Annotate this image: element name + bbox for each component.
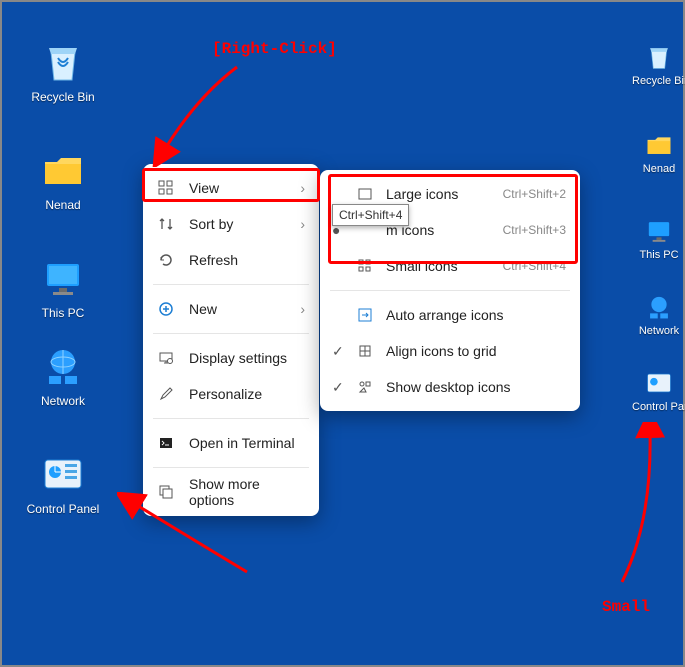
desktop-context-menu: View › Sort by › Refresh New › Display s… <box>143 164 319 516</box>
desktop-icon-label: Control Panel <box>632 401 685 413</box>
annotation-right-click: [Right-Click] <box>212 40 337 58</box>
menu-item-auto-arrange[interactable]: Auto arrange icons <box>320 297 580 333</box>
monitor-icon <box>39 254 87 302</box>
desktop-icon-recycle-bin[interactable]: Recycle Bin <box>26 38 100 104</box>
brush-icon <box>157 385 175 403</box>
auto-arrange-icon <box>356 306 374 324</box>
menu-label: View <box>189 180 286 196</box>
desktop-icon-label: Recycle Bin <box>26 90 100 104</box>
folder-icon <box>644 130 674 160</box>
terminal-icon <box>157 434 175 452</box>
menu-label: New <box>189 301 286 317</box>
recycle-bin-icon <box>644 42 674 72</box>
annotation-small: Small <box>602 598 650 616</box>
display-icon <box>157 349 175 367</box>
desktop-icon-recycle-bin-small[interactable]: Recycle Bin <box>632 42 685 87</box>
desktop-icon-nenad-small[interactable]: Nenad <box>632 130 685 175</box>
menu-separator <box>153 333 309 334</box>
desktop-icons-icon <box>356 378 374 396</box>
desktop-icon-label: Control Panel <box>26 502 100 516</box>
menu-label: Small icons <box>386 258 481 274</box>
desktop-icon-this-pc[interactable]: This PC <box>26 254 100 320</box>
tooltip-shortcut: Ctrl+Shift+4 <box>332 204 409 226</box>
desktop-icon-label: Network <box>26 394 100 408</box>
chevron-right-icon: › <box>300 216 305 232</box>
desktop-icon-label: Nenad <box>26 198 100 212</box>
menu-item-new[interactable]: New › <box>143 291 319 327</box>
more-options-icon <box>157 483 175 501</box>
menu-label: Auto arrange icons <box>386 307 566 323</box>
arrow-small-icons <box>602 422 672 592</box>
recycle-bin-icon <box>39 38 87 86</box>
menu-separator <box>330 290 570 291</box>
menu-label: Large icons <box>386 186 481 202</box>
menu-shortcut: Ctrl+Shift+4 <box>503 259 566 273</box>
menu-item-display-settings[interactable]: Display settings <box>143 340 319 376</box>
menu-item-sort-by[interactable]: Sort by › <box>143 206 319 242</box>
menu-label: Sort by <box>189 216 286 232</box>
menu-item-show-desktop-icons[interactable]: ✓ Show desktop icons <box>320 369 580 405</box>
desktop-icon-this-pc-small[interactable]: This PC <box>632 216 685 261</box>
desktop-icon-label: Nenad <box>632 163 685 175</box>
network-icon <box>39 342 87 390</box>
desktop-icon-network-small[interactable]: Network <box>632 292 685 337</box>
arrow-right-click <box>147 57 257 167</box>
monitor-icon <box>644 216 674 246</box>
control-panel-icon <box>644 368 674 398</box>
tooltip-text: Ctrl+Shift+4 <box>339 208 402 222</box>
menu-separator <box>153 467 309 468</box>
menu-item-show-more[interactable]: Show more options <box>143 474 319 510</box>
menu-item-personalize[interactable]: Personalize <box>143 376 319 412</box>
chevron-right-icon: › <box>300 301 305 317</box>
folder-icon <box>39 146 87 194</box>
menu-item-small-icons[interactable]: Small icons Ctrl+Shift+4 <box>320 248 580 284</box>
menu-label: Refresh <box>189 252 305 268</box>
align-grid-icon <box>356 342 374 360</box>
menu-shortcut: Ctrl+Shift+3 <box>503 223 566 237</box>
menu-separator <box>153 284 309 285</box>
menu-shortcut: Ctrl+Shift+2 <box>503 187 566 201</box>
check-icon: ✓ <box>332 343 344 360</box>
large-rect-icon <box>356 185 374 203</box>
desktop-icon-label: This PC <box>26 306 100 320</box>
small-grid-icon <box>356 257 374 275</box>
menu-item-refresh[interactable]: Refresh <box>143 242 319 278</box>
menu-label: Show more options <box>189 476 305 508</box>
menu-separator <box>153 418 309 419</box>
control-panel-icon <box>39 450 87 498</box>
menu-label: Show desktop icons <box>386 379 566 395</box>
plus-circle-icon <box>157 300 175 318</box>
menu-label: Personalize <box>189 386 305 402</box>
desktop-icon-label: Recycle Bin <box>632 75 685 87</box>
desktop-icon-label: This PC <box>632 249 685 261</box>
sort-icon <box>157 215 175 233</box>
menu-label: Display settings <box>189 350 305 366</box>
desktop-icon-network[interactable]: Network <box>26 342 100 408</box>
desktop-icon-control-panel-small[interactable]: Control Panel <box>632 368 685 413</box>
desktop-icon-nenad[interactable]: Nenad <box>26 146 100 212</box>
chevron-right-icon: › <box>300 180 305 196</box>
menu-item-view[interactable]: View › <box>143 170 319 206</box>
check-icon: ✓ <box>332 379 344 396</box>
refresh-icon <box>157 251 175 269</box>
grid-icon <box>157 179 175 197</box>
menu-item-align-grid[interactable]: ✓ Align icons to grid <box>320 333 580 369</box>
desktop-icon-control-panel[interactable]: Control Panel <box>26 450 100 516</box>
network-icon <box>644 292 674 322</box>
menu-label: Open in Terminal <box>189 435 305 451</box>
menu-item-open-terminal[interactable]: Open in Terminal <box>143 425 319 461</box>
desktop-icon-label: Network <box>632 325 685 337</box>
menu-label: Align icons to grid <box>386 343 566 359</box>
